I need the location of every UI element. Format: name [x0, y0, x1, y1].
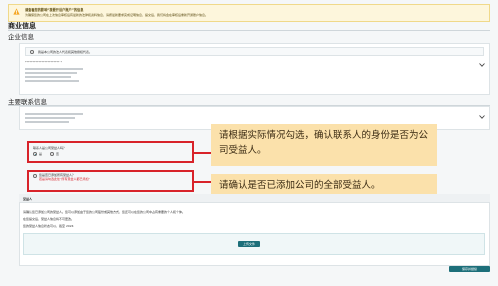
notice-body: 为确保您的公司在上次信息审核后有最新的法律和资料信息，请按最新要求完成证明信息，…	[25, 13, 209, 17]
redacted-text	[25, 72, 77, 74]
connector-line	[194, 152, 211, 154]
beneficiary-panel	[19, 194, 490, 266]
enterprise-info-title: 企业信息	[8, 33, 34, 41]
upload-button[interactable]: 上传文件	[238, 241, 260, 247]
legal-rep-option[interactable]: 我是本公司的法人代表和其他授权代表。	[25, 47, 484, 56]
notice-banner: 请查看您的影响“我要开设户账户”的信息 为确保您的公司在上次信息审核后有最新的法…	[8, 4, 490, 22]
beneficiary-panel-header: 受益人	[19, 194, 490, 203]
save-continue-button[interactable]: 保存并继续	[449, 266, 490, 272]
redacted-text	[25, 68, 83, 70]
beneficiary-panel-title: 受益人	[23, 196, 33, 201]
redacted-text	[25, 80, 79, 82]
callout-confirm-hint: 请确认是否已添加公司的全部受益人。	[211, 174, 437, 196]
redacted-text	[25, 113, 83, 115]
upload-area: 上传文件	[23, 233, 485, 255]
redacted-text	[25, 76, 71, 78]
divider	[8, 30, 490, 31]
enterprise-card: 我是本公司的法人代表和其他授权代表。 *********************…	[19, 43, 490, 95]
callout-beneficiary-hint: 请根据实际情况勾选，确认联系人的身份是否为公司受益人。	[211, 124, 437, 166]
redacted-text	[25, 117, 75, 119]
enterprise-field-value: *********************** *	[25, 60, 62, 64]
redacted-text	[25, 121, 69, 123]
highlight-beneficiary-question	[27, 141, 194, 163]
warning-icon	[13, 8, 20, 15]
legal-rep-radio[interactable]	[30, 50, 34, 55]
connector-line	[194, 181, 211, 183]
beneficiary-panel-text-3: 您的受益人信息状态可以，截至 2024	[23, 224, 74, 228]
highlight-confirm-beneficiaries	[27, 170, 194, 192]
beneficiary-panel-text-1: 请确认您已添加公司的受益人。您可以添加由于您的公司股份或其他方式，您还可以在您的…	[23, 210, 186, 214]
page: 请查看您的影响“我要开设户账户”的信息 为确保您的公司在上次信息审核后有最新的法…	[0, 0, 498, 286]
chevron-down-icon[interactable]	[479, 115, 485, 119]
chevron-down-icon[interactable]	[479, 63, 485, 67]
legal-rep-label: 我是本公司的法人代表和其他授权代表。	[38, 50, 93, 55]
beneficiary-panel-text-2: 在您提交后，受益人信息将不可更改。	[23, 217, 75, 221]
notice-title: 请查看您的影响“我要开设户账户”的信息	[25, 8, 84, 12]
